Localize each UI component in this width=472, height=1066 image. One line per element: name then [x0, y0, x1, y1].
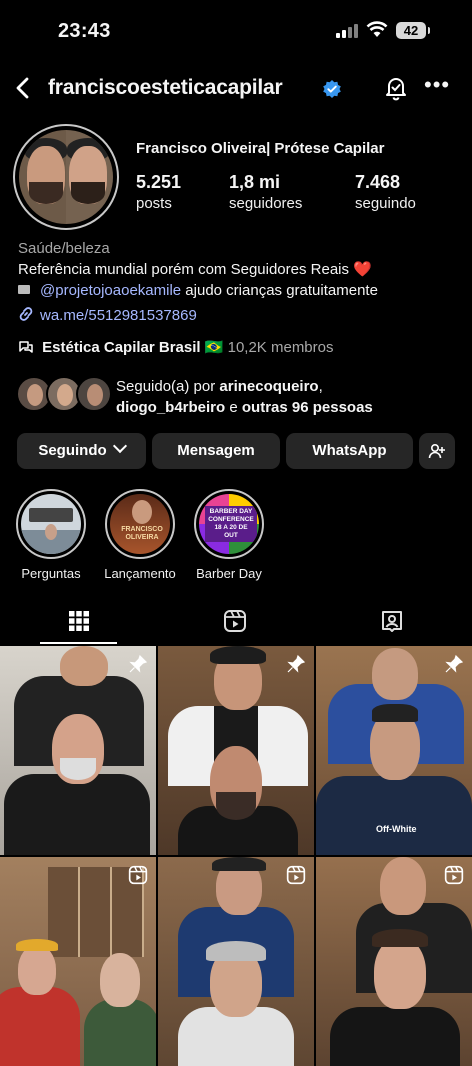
tab-tagged[interactable]	[314, 600, 471, 644]
shirt-logo-text: Off-White	[376, 824, 417, 834]
mutual-followers[interactable]: Seguido(a) por arinecoqueiro, diogo_b4rb…	[16, 374, 456, 420]
mutual-user[interactable]: arinecoqueiro	[219, 378, 318, 395]
bio-mention-link[interactable]: @projetojoaoekamile	[40, 282, 181, 299]
link-icon	[19, 307, 33, 321]
bio-text: ajudo crianças gratuitamente	[181, 282, 378, 299]
pinned-icon	[129, 654, 148, 673]
following-label: Seguindo	[38, 442, 107, 459]
bio-line: Referência mundial porém com Seguidores …	[18, 261, 372, 278]
highlight-perguntas[interactable]: Perguntas	[8, 489, 94, 581]
reels-icon	[128, 865, 148, 885]
followed-separator: ,	[318, 378, 323, 395]
clock: 23:43	[58, 20, 111, 42]
followers-count[interactable]: 1,8 mi seguidores	[229, 172, 302, 212]
profile-bio: Saúde/beleza Referência mundial porém co…	[18, 238, 458, 326]
wifi-icon	[366, 21, 388, 37]
posts-grid: Off-White	[0, 646, 472, 1066]
highlight-label: Perguntas	[21, 566, 81, 581]
profile-category: Saúde/beleza	[18, 240, 110, 257]
posts-count[interactable]: 5.251 posts	[136, 172, 181, 212]
status-bar: 23:43 42	[0, 0, 472, 60]
profile-header: franciscoesteticacapilar •••	[0, 66, 472, 112]
tab-posts-grid[interactable]	[0, 600, 157, 644]
external-link-row[interactable]: wa.me/5512981537869	[18, 305, 458, 326]
pinned-icon	[287, 654, 306, 673]
suggested-people-button[interactable]	[419, 433, 455, 469]
following-button[interactable]: Seguindo	[17, 433, 146, 469]
stat-label: posts	[136, 195, 172, 212]
following-count[interactable]: 7.468 seguindo	[355, 172, 416, 212]
reels-icon	[286, 865, 306, 885]
reels-icon	[444, 865, 464, 885]
keyboard-icon	[18, 285, 30, 294]
highlight-label: Barber Day	[196, 566, 262, 581]
bio-line: @projetojoaoekamile ajudo crianças gratu…	[18, 280, 458, 301]
reels-icon	[224, 610, 246, 632]
community-members: 10,2K membros	[227, 339, 334, 356]
followed-mid: e	[225, 399, 242, 416]
notification-bell-icon[interactable]	[383, 75, 409, 101]
verified-badge-icon	[323, 80, 341, 98]
tagged-person-icon	[382, 611, 402, 632]
chat-bubbles-icon	[19, 341, 33, 353]
message-button[interactable]: Mensagem	[152, 433, 280, 469]
more-options-icon[interactable]: •••	[424, 74, 450, 102]
community-name: Estética Capilar Brasil 🇧🇷	[42, 339, 224, 356]
grid-post[interactable]: Off-White	[316, 646, 472, 855]
community-channel[interactable]: Estética Capilar Brasil 🇧🇷 10,2K membros	[18, 338, 334, 356]
whatsapp-label: WhatsApp	[312, 442, 387, 459]
followed-by-text: Seguido(a) por arinecoqueiro, diogo_b4rb…	[116, 376, 373, 418]
tab-reels[interactable]	[157, 600, 314, 644]
highlight-label: Lançamento	[104, 566, 176, 581]
followed-prefix: Seguido(a) por	[116, 378, 220, 395]
stat-value: 1,8 mi	[229, 172, 281, 192]
stat-label: seguidores	[229, 195, 303, 212]
cellular-signal-icon	[336, 24, 358, 38]
stat-value: 5.251	[136, 172, 182, 192]
grid-post[interactable]	[0, 646, 156, 855]
grid-post[interactable]	[158, 857, 314, 1066]
highlight-lancamento[interactable]: FRANCISCO OLIVEIRA Lançamento	[97, 489, 183, 581]
add-person-icon	[428, 443, 445, 459]
content-tabs	[0, 600, 472, 644]
stat-value: 7.468	[355, 172, 401, 192]
profile-avatar[interactable]	[13, 124, 119, 230]
highlight-cover-text: FRANCISCO OLIVEIRA	[121, 526, 163, 541]
profile-username: franciscoesteticacapilar	[48, 76, 283, 99]
grid-post[interactable]	[0, 857, 156, 1066]
grid-post[interactable]	[158, 646, 314, 855]
pinned-icon	[445, 654, 464, 673]
highlight-cover-text: BARBER DAY CONFERENCE 18 A 20 DE OUT	[205, 506, 257, 542]
mutual-user[interactable]: diogo_b4rbeiro	[116, 399, 225, 416]
whatsapp-button[interactable]: WhatsApp	[286, 433, 413, 469]
highlight-barber-day[interactable]: BARBER DAY CONFERENCE 18 A 20 DE OUT Bar…	[186, 489, 272, 581]
battery-indicator: 42	[396, 22, 430, 39]
back-arrow-icon[interactable]	[12, 76, 36, 100]
chevron-down-icon	[112, 438, 127, 454]
mutual-avatar	[76, 376, 112, 412]
grid-post[interactable]	[316, 857, 472, 1066]
mutual-others[interactable]: outras 96 pessoas	[242, 399, 373, 416]
message-label: Mensagem	[177, 442, 255, 459]
profile-full-name: Francisco Oliveira| Prótese Capilar	[136, 140, 385, 157]
stat-label: seguindo	[355, 195, 416, 212]
external-link[interactable]: wa.me/5512981537869	[40, 307, 197, 324]
grid-icon	[69, 611, 89, 631]
